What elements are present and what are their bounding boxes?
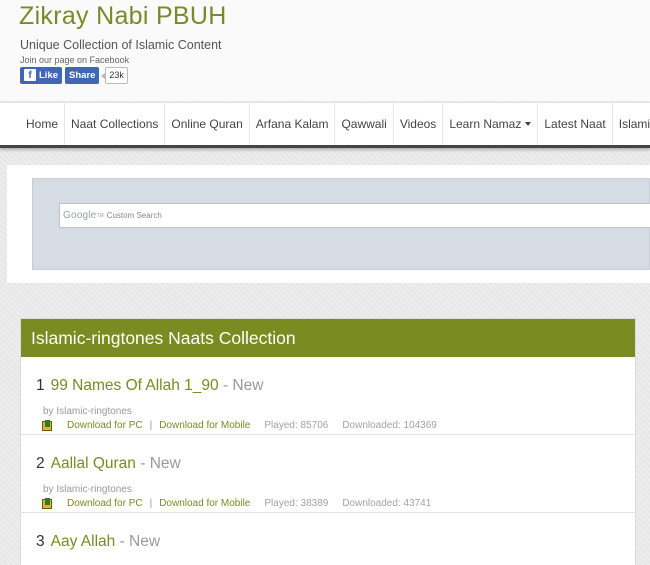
nav-item-label: Qawwali bbox=[341, 117, 387, 131]
naat-actions: Download for PC | Download for Mobile Pl… bbox=[42, 498, 431, 509]
new-badge: - New bbox=[135, 455, 181, 472]
facebook-share-button[interactable]: Share bbox=[65, 66, 100, 84]
site-title[interactable]: Zikray Nabi PBUH bbox=[19, 2, 227, 31]
link-separator: | bbox=[149, 498, 153, 509]
site-tagline: Unique Collection of Islamic Content bbox=[20, 38, 222, 52]
facebook-like-count: 23k bbox=[101, 66, 128, 84]
google-trademark: TM bbox=[96, 212, 104, 219]
facebook-like-button[interactable]: f Like bbox=[20, 66, 63, 84]
nav-item-home[interactable]: Home bbox=[20, 103, 64, 145]
new-badge: - New bbox=[115, 533, 161, 550]
naat-title: 1 99 Names Of Allah 1_90 - New bbox=[36, 377, 263, 395]
chevron-down-icon bbox=[525, 122, 532, 126]
naat-author: by Islamic-ringtones bbox=[43, 484, 132, 495]
naat-number: 2 bbox=[36, 455, 45, 472]
facebook-share-label: Share bbox=[69, 69, 96, 81]
download-mobile-link[interactable]: Download for Mobile bbox=[159, 498, 250, 509]
nav-item-label: Videos bbox=[399, 117, 437, 131]
played-count: Played: 38389 bbox=[264, 498, 329, 509]
nav-item-naat-collections[interactable]: Naat Collections bbox=[64, 103, 164, 145]
nav-item-label: Naat Collections bbox=[71, 117, 159, 131]
nav-item-videos[interactable]: Videos bbox=[392, 103, 442, 145]
nav-item-islamic-collection[interactable]: Islamic Colle bbox=[611, 103, 650, 145]
download-disk-icon bbox=[42, 498, 54, 509]
naat-title: 3 Aay Allah - New bbox=[36, 533, 160, 551]
list-item: 3 Aay Allah - New bbox=[21, 513, 635, 565]
facebook-like-label: Like bbox=[39, 69, 59, 81]
nav-item-label: Latest Naat bbox=[544, 117, 606, 131]
download-mobile-link[interactable]: Download for Mobile bbox=[159, 420, 250, 431]
nav-item-online-quran[interactable]: Online Quran bbox=[164, 103, 248, 145]
naat-actions: Download for PC | Download for Mobile Pl… bbox=[42, 420, 437, 431]
google-logo-text: Google bbox=[63, 210, 97, 221]
download-pc-link[interactable]: Download for PC bbox=[67, 420, 143, 431]
list-item: 2 Aallal Quran - New by Islamic-ringtones… bbox=[21, 435, 635, 513]
list-item: 1 99 Names Of Allah 1_90 - New by Islamic… bbox=[21, 357, 635, 435]
site-header: Zikray Nabi PBUH Unique Collection of Is… bbox=[0, 0, 650, 101]
naat-author: by Islamic-ringtones bbox=[43, 406, 132, 417]
nav-item-label: Home bbox=[26, 117, 59, 131]
nav-item-latest-naat[interactable]: Latest Naat bbox=[537, 103, 611, 145]
nav-item-label: Islamic Colle bbox=[618, 117, 650, 131]
search-panel: Google TM Custom Search bbox=[7, 165, 650, 283]
nav-item-label: Arfana Kalam bbox=[255, 117, 329, 131]
nav-item-learn-namaz[interactable]: Learn Namaz bbox=[442, 103, 537, 145]
search-input[interactable]: Google TM Custom Search bbox=[59, 203, 650, 228]
main-nav: Home Naat Collections Online Quran Arfan… bbox=[0, 102, 650, 148]
download-disk-icon bbox=[42, 420, 54, 431]
played-count: Played: 85706 bbox=[264, 420, 329, 431]
nav-item-arfana-kalam[interactable]: Arfana Kalam bbox=[248, 103, 335, 145]
nav-item-label: Learn Namaz bbox=[449, 117, 522, 131]
download-pc-link[interactable]: Download for PC bbox=[67, 498, 143, 509]
facebook-widget: f Like Share 23k bbox=[20, 66, 128, 84]
naat-title: 2 Aallal Quran - New bbox=[36, 455, 181, 473]
naat-number: 3 bbox=[36, 533, 45, 550]
link-separator: | bbox=[149, 420, 153, 431]
search-placeholder: Custom Search bbox=[106, 211, 162, 220]
naat-link[interactable]: 99 Names Of Allah 1_90 bbox=[51, 377, 219, 394]
collection-title: Islamic-ringtones Naats Collection bbox=[21, 319, 635, 357]
naat-number: 1 bbox=[36, 377, 45, 394]
naat-link[interactable]: Aallal Quran bbox=[51, 455, 136, 472]
new-badge: - New bbox=[218, 377, 264, 394]
naat-link[interactable]: Aay Allah bbox=[51, 533, 116, 550]
naat-collection-panel: Islamic-ringtones Naats Collection 1 99 N… bbox=[20, 318, 636, 565]
nav-item-label: Online Quran bbox=[171, 117, 243, 131]
facebook-icon: f bbox=[24, 69, 36, 81]
downloaded-count: Downloaded: 104369 bbox=[342, 420, 437, 431]
nav-item-qawwali[interactable]: Qawwali bbox=[334, 103, 392, 145]
downloaded-count: Downloaded: 43741 bbox=[342, 498, 432, 509]
facebook-join-text: Join our page on Facebook bbox=[20, 55, 130, 65]
